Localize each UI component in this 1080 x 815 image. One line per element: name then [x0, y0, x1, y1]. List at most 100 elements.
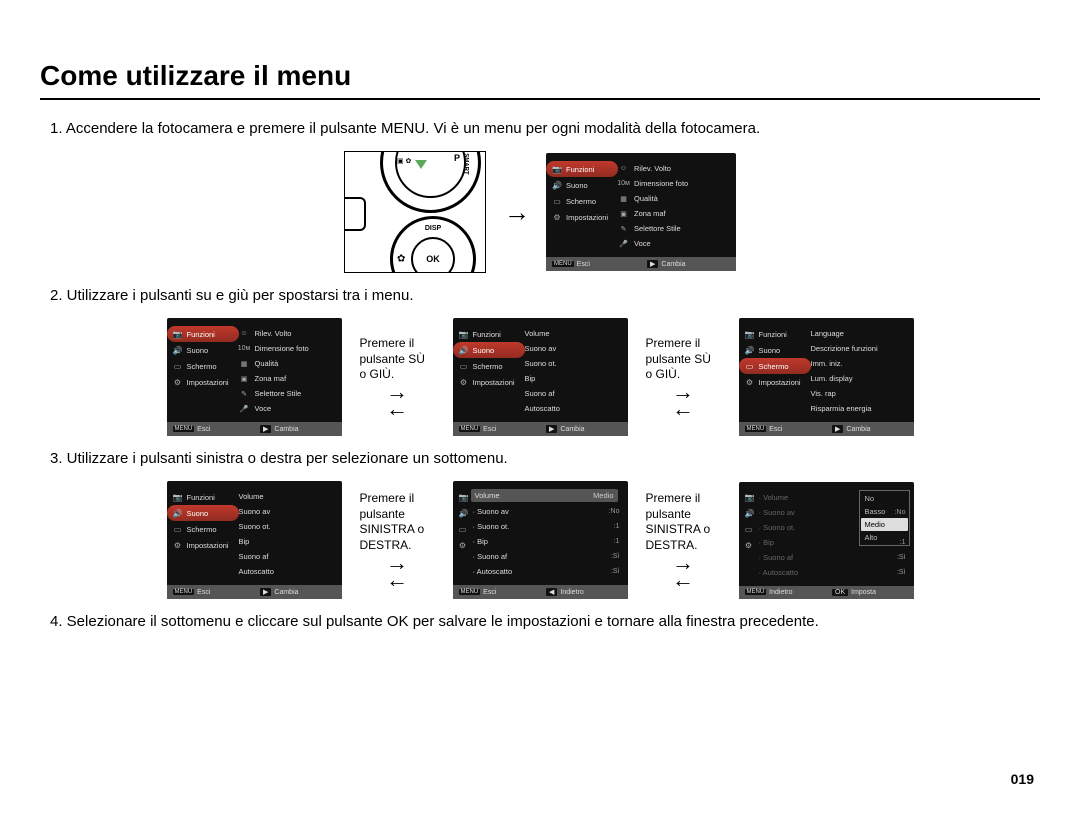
back-key-icon: ◀	[546, 588, 557, 596]
menu-item-funzioni[interactable]: 📷Funzioni	[167, 326, 239, 342]
submenu-item: Autoscatto	[525, 401, 620, 416]
submenu-item: ☺Rilev. Volto	[239, 326, 334, 341]
sound-icon: 🔊	[745, 509, 755, 519]
menu-item-suono[interactable]: 🔊Suono	[167, 342, 239, 358]
page-number: 019	[1011, 771, 1034, 787]
gear-icon: ⚙	[552, 212, 562, 222]
bottom-bar: MENUEsci ▶Cambia	[453, 422, 628, 436]
camera-icon: 📷	[745, 329, 755, 339]
submenu-item: Volume	[525, 326, 620, 341]
dial-p-label: P	[454, 153, 460, 163]
menu-item-schermo[interactable]: ▭Schermo	[546, 193, 618, 209]
menu-screen-funzioni-small: 📷Funzioni 🔊Suono ▭Schermo ⚙Impostazioni …	[167, 318, 342, 436]
play-key-icon: ▶	[260, 588, 271, 596]
submenu-item: Lum. display	[811, 371, 906, 386]
menu-screen-suono: 📷Funzioni 🔊Suono ▭Schermo ⚙Impostazioni …	[453, 318, 628, 436]
dial-icons: ▣ ✿	[397, 157, 411, 165]
screen-icon: ▭	[552, 196, 562, 206]
submenu-item[interactable]: · Autoscatto:Sì	[473, 564, 620, 579]
submenu-item[interactable]: · Suono ot.:1	[473, 519, 620, 534]
submenu-item: 🎤Voce	[618, 236, 728, 251]
submenu-item: Suono av	[239, 504, 334, 519]
play-key-icon: ▶	[546, 425, 557, 433]
submenu-item-faded: · Autoscatto:Sì	[759, 565, 906, 580]
quality-icon: ▦	[239, 359, 250, 368]
submenu-item: 10мDimensione foto	[239, 341, 334, 356]
menu-item-suono[interactable]: 🔊Suono	[167, 505, 239, 521]
step-1: 1. Accendere la fotocamera e premere il …	[50, 120, 1040, 137]
menu-item-suono: 🔊	[739, 506, 759, 522]
dpad-icon: DISP OK ✿	[390, 216, 476, 273]
bottom-bar: MENUEsci ◀Indietro	[453, 585, 628, 599]
option-no[interactable]: No	[861, 492, 908, 505]
caption-updown: Premere il pulsante SÙ o GIÙ.	[360, 336, 435, 383]
submenu-item: ▦Qualità	[239, 356, 334, 371]
menu-screen-suono-values: 📷 🔊 ▭ ⚙ VolumeMedio · Suono av:No · Suon…	[453, 481, 628, 599]
menu-item-funzioni[interactable]: 📷Funzioni	[739, 326, 811, 342]
menu-item-funzioni[interactable]: 📷	[453, 489, 473, 505]
submenu-item: Vis. rap	[811, 386, 906, 401]
menu-screen-schermo: 📷Funzioni 🔊Suono ▭Schermo ⚙Impostazioni …	[739, 318, 914, 436]
size-icon: 10м	[618, 179, 629, 188]
submenu-item[interactable]: · Suono af:Sì	[473, 549, 620, 564]
submenu-item[interactable]: · Bip:1	[473, 534, 620, 549]
camera-icon: 📷	[552, 164, 562, 174]
gear-icon: ⚙	[459, 540, 467, 550]
menu-screen-volume-options: 📷 🔊 ▭ ⚙ · Volume · Suono av:No · Suono o…	[739, 482, 914, 599]
camera-icon: 📷	[459, 329, 469, 339]
submenu-item: ✎Selettore Stile	[618, 221, 728, 236]
arrow-double-icon	[646, 554, 721, 589]
menu-item-suono[interactable]: 🔊Suono	[453, 342, 525, 358]
screen-icon: ▭	[745, 361, 755, 371]
menu-item-impostazioni[interactable]: ⚙Impostazioni	[453, 374, 525, 390]
option-basso[interactable]: Basso	[861, 505, 908, 518]
style-icon: ✎	[618, 224, 629, 233]
submenu-header[interactable]: VolumeMedio	[471, 489, 618, 502]
option-alto[interactable]: Alto	[861, 531, 908, 544]
menu-item-suono[interactable]: 🔊Suono	[739, 342, 811, 358]
sound-icon: 🔊	[552, 180, 562, 190]
menu-item-funzioni[interactable]: 📷Funzioni	[546, 161, 618, 177]
quality-icon: ▦	[618, 194, 629, 203]
gear-icon: ⚙	[173, 377, 183, 387]
camera-icon: 📷	[745, 493, 755, 503]
menu-key-icon: MENU	[459, 426, 481, 432]
face-icon: ☺	[618, 164, 629, 173]
menu-item-impostazioni[interactable]: ⚙	[453, 537, 473, 553]
submenu-item: ✎Selettore Stile	[239, 386, 334, 401]
menu-item-schermo[interactable]: ▭Schermo	[739, 358, 811, 374]
menu-item-impostazioni[interactable]: ⚙Impostazioni	[739, 374, 811, 390]
af-icon: ▣	[239, 374, 250, 383]
camera-icon: 📷	[459, 492, 469, 502]
dpad-disp-label: DISP	[425, 225, 441, 232]
submenu-item: Descrizione funzioni	[811, 341, 906, 356]
menu-item-impostazioni[interactable]: ⚙Impostazioni	[167, 374, 239, 390]
menu-item-impostazioni[interactable]: ⚙Impostazioni	[546, 209, 618, 225]
submenu-item[interactable]: · Suono av:No	[473, 504, 620, 519]
submenu-item: ☺Rilev. Volto	[618, 161, 728, 176]
submenu-item: Suono av	[525, 341, 620, 356]
gear-icon: ⚙	[745, 541, 753, 551]
menu-item-funzioni[interactable]: 📷Funzioni	[453, 326, 525, 342]
mode-dial-icon: SCENE SMART P ▣ ✿	[380, 151, 481, 213]
option-medio[interactable]: Medio	[861, 518, 908, 531]
menu-item-schermo[interactable]: ▭Schermo	[167, 521, 239, 537]
menu-item-schermo[interactable]: ▭Schermo	[167, 358, 239, 374]
screen-icon: ▭	[459, 524, 467, 534]
menu-item-funzioni: 📷	[739, 490, 759, 506]
play-key-icon: ▶	[647, 260, 658, 268]
menu-item-funzioni[interactable]: 📷Funzioni	[167, 489, 239, 505]
submenu-item: Imm. iniz.	[811, 356, 906, 371]
menu-item-impostazioni[interactable]: ⚙Impostazioni	[167, 537, 239, 553]
size-icon: 10м	[239, 344, 250, 353]
menu-item-suono[interactable]: 🔊Suono	[546, 177, 618, 193]
bottom-bar: MENUIndietro OKImposta	[739, 586, 914, 599]
menu-item-impostazioni: ⚙	[739, 538, 759, 554]
menu-item-suono[interactable]: 🔊	[453, 505, 473, 521]
menu-item-schermo[interactable]: ▭Schermo	[453, 358, 525, 374]
dpad-flower-icon: ✿	[397, 254, 405, 265]
dial-pointer-icon	[415, 160, 427, 169]
menu-item-schermo[interactable]: ▭	[453, 521, 473, 537]
menu-key-icon: MENU	[173, 589, 195, 595]
gear-icon: ⚙	[459, 377, 469, 387]
